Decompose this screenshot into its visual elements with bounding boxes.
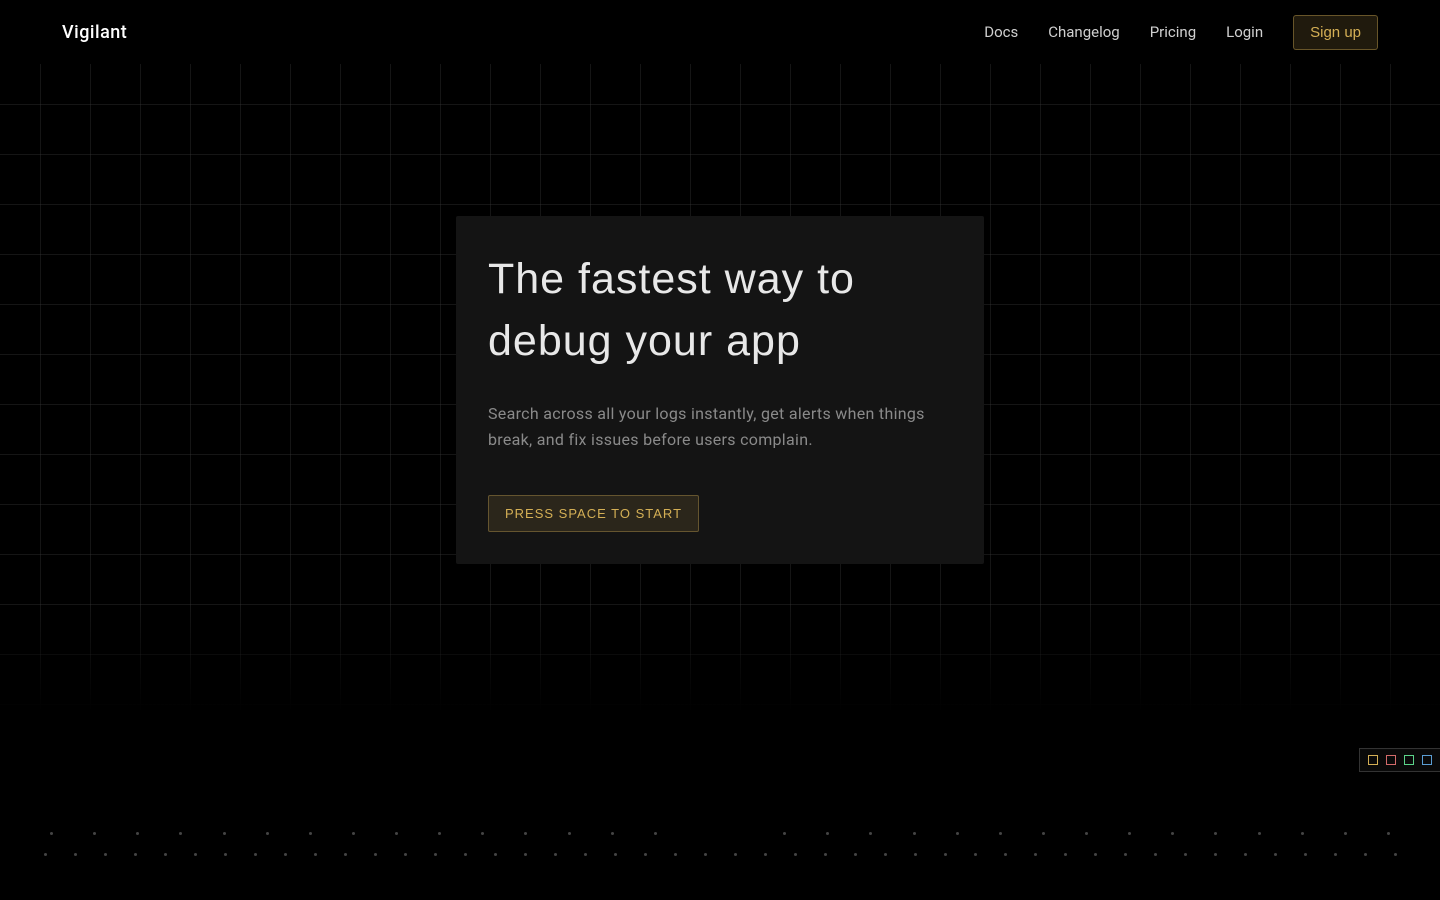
dot (644, 853, 647, 856)
dot-row (0, 853, 1440, 856)
dot (93, 832, 96, 835)
dot (1064, 853, 1067, 856)
dot (179, 832, 182, 835)
dot (352, 832, 355, 835)
signup-button[interactable]: Sign up (1293, 15, 1378, 50)
dot (74, 853, 77, 856)
dot (568, 832, 571, 835)
dot (1004, 853, 1007, 856)
dot (194, 853, 197, 856)
color-square-green[interactable] (1404, 755, 1414, 765)
dot (1214, 832, 1217, 835)
dot (224, 853, 227, 856)
grid-fade (0, 604, 1440, 784)
dot (783, 832, 786, 835)
dot (1154, 853, 1157, 856)
dots-background (0, 800, 1440, 900)
dot (884, 853, 887, 856)
dot (826, 832, 829, 835)
dot (1042, 832, 1045, 835)
dot (869, 832, 872, 835)
color-square-red[interactable] (1386, 755, 1396, 765)
dot (464, 853, 467, 856)
dot (854, 853, 857, 856)
dot (50, 832, 53, 835)
hero-title: The fastest way to debug your app (488, 248, 952, 373)
dot (1344, 832, 1347, 835)
dot (104, 853, 107, 856)
dot (764, 853, 767, 856)
dot (374, 853, 377, 856)
dot (1387, 832, 1390, 835)
dot (44, 853, 47, 856)
dot (1184, 853, 1187, 856)
dot (974, 853, 977, 856)
dot (1094, 853, 1097, 856)
dot (524, 853, 527, 856)
dot (481, 832, 484, 835)
hero-subtitle: Search across all your logs instantly, g… (488, 401, 952, 454)
nav-docs[interactable]: Docs (984, 23, 1018, 41)
dot (284, 853, 287, 856)
dot (1171, 832, 1174, 835)
nav-pricing[interactable]: Pricing (1150, 23, 1196, 41)
nav-changelog[interactable]: Changelog (1048, 23, 1119, 41)
color-square-yellow[interactable] (1368, 755, 1378, 765)
dot (1258, 832, 1261, 835)
dot (554, 853, 557, 856)
dot (944, 853, 947, 856)
dot-row (0, 832, 1440, 835)
color-palette (1359, 748, 1440, 772)
dot (1128, 832, 1131, 835)
dot (1124, 853, 1127, 856)
dot (734, 853, 737, 856)
dot (164, 853, 167, 856)
dot (314, 853, 317, 856)
dot (1394, 853, 1397, 856)
dot (438, 832, 441, 835)
dot (956, 832, 959, 835)
nav-login[interactable]: Login (1226, 23, 1263, 41)
dot (999, 832, 1002, 835)
dot (1214, 853, 1217, 856)
dot (794, 853, 797, 856)
main-nav: Docs Changelog Pricing Login Sign up (984, 15, 1378, 50)
hero-card: The fastest way to debug your app Search… (456, 216, 984, 564)
dot (1085, 832, 1088, 835)
dot (824, 853, 827, 856)
dot (1334, 853, 1337, 856)
dot (914, 853, 917, 856)
dot (254, 853, 257, 856)
start-button[interactable]: PRESS SPACE TO START (488, 495, 699, 532)
dot (913, 832, 916, 835)
dot (1034, 853, 1037, 856)
dot (654, 832, 657, 835)
dot (1364, 853, 1367, 856)
logo[interactable]: Vigilant (62, 22, 127, 43)
dot (395, 832, 398, 835)
dot (136, 832, 139, 835)
dot (266, 832, 269, 835)
color-square-blue[interactable] (1422, 755, 1432, 765)
dot (611, 832, 614, 835)
dot (614, 853, 617, 856)
dot (524, 832, 527, 835)
dot (704, 853, 707, 856)
dot (1304, 853, 1307, 856)
dot (1274, 853, 1277, 856)
dot (494, 853, 497, 856)
dot (674, 853, 677, 856)
dot (1244, 853, 1247, 856)
dot (584, 853, 587, 856)
dot (344, 853, 347, 856)
dot (1301, 832, 1304, 835)
dot (134, 853, 137, 856)
dot (434, 853, 437, 856)
header: Vigilant Docs Changelog Pricing Login Si… (0, 0, 1440, 64)
dot (223, 832, 226, 835)
dot (404, 853, 407, 856)
dot (309, 832, 312, 835)
